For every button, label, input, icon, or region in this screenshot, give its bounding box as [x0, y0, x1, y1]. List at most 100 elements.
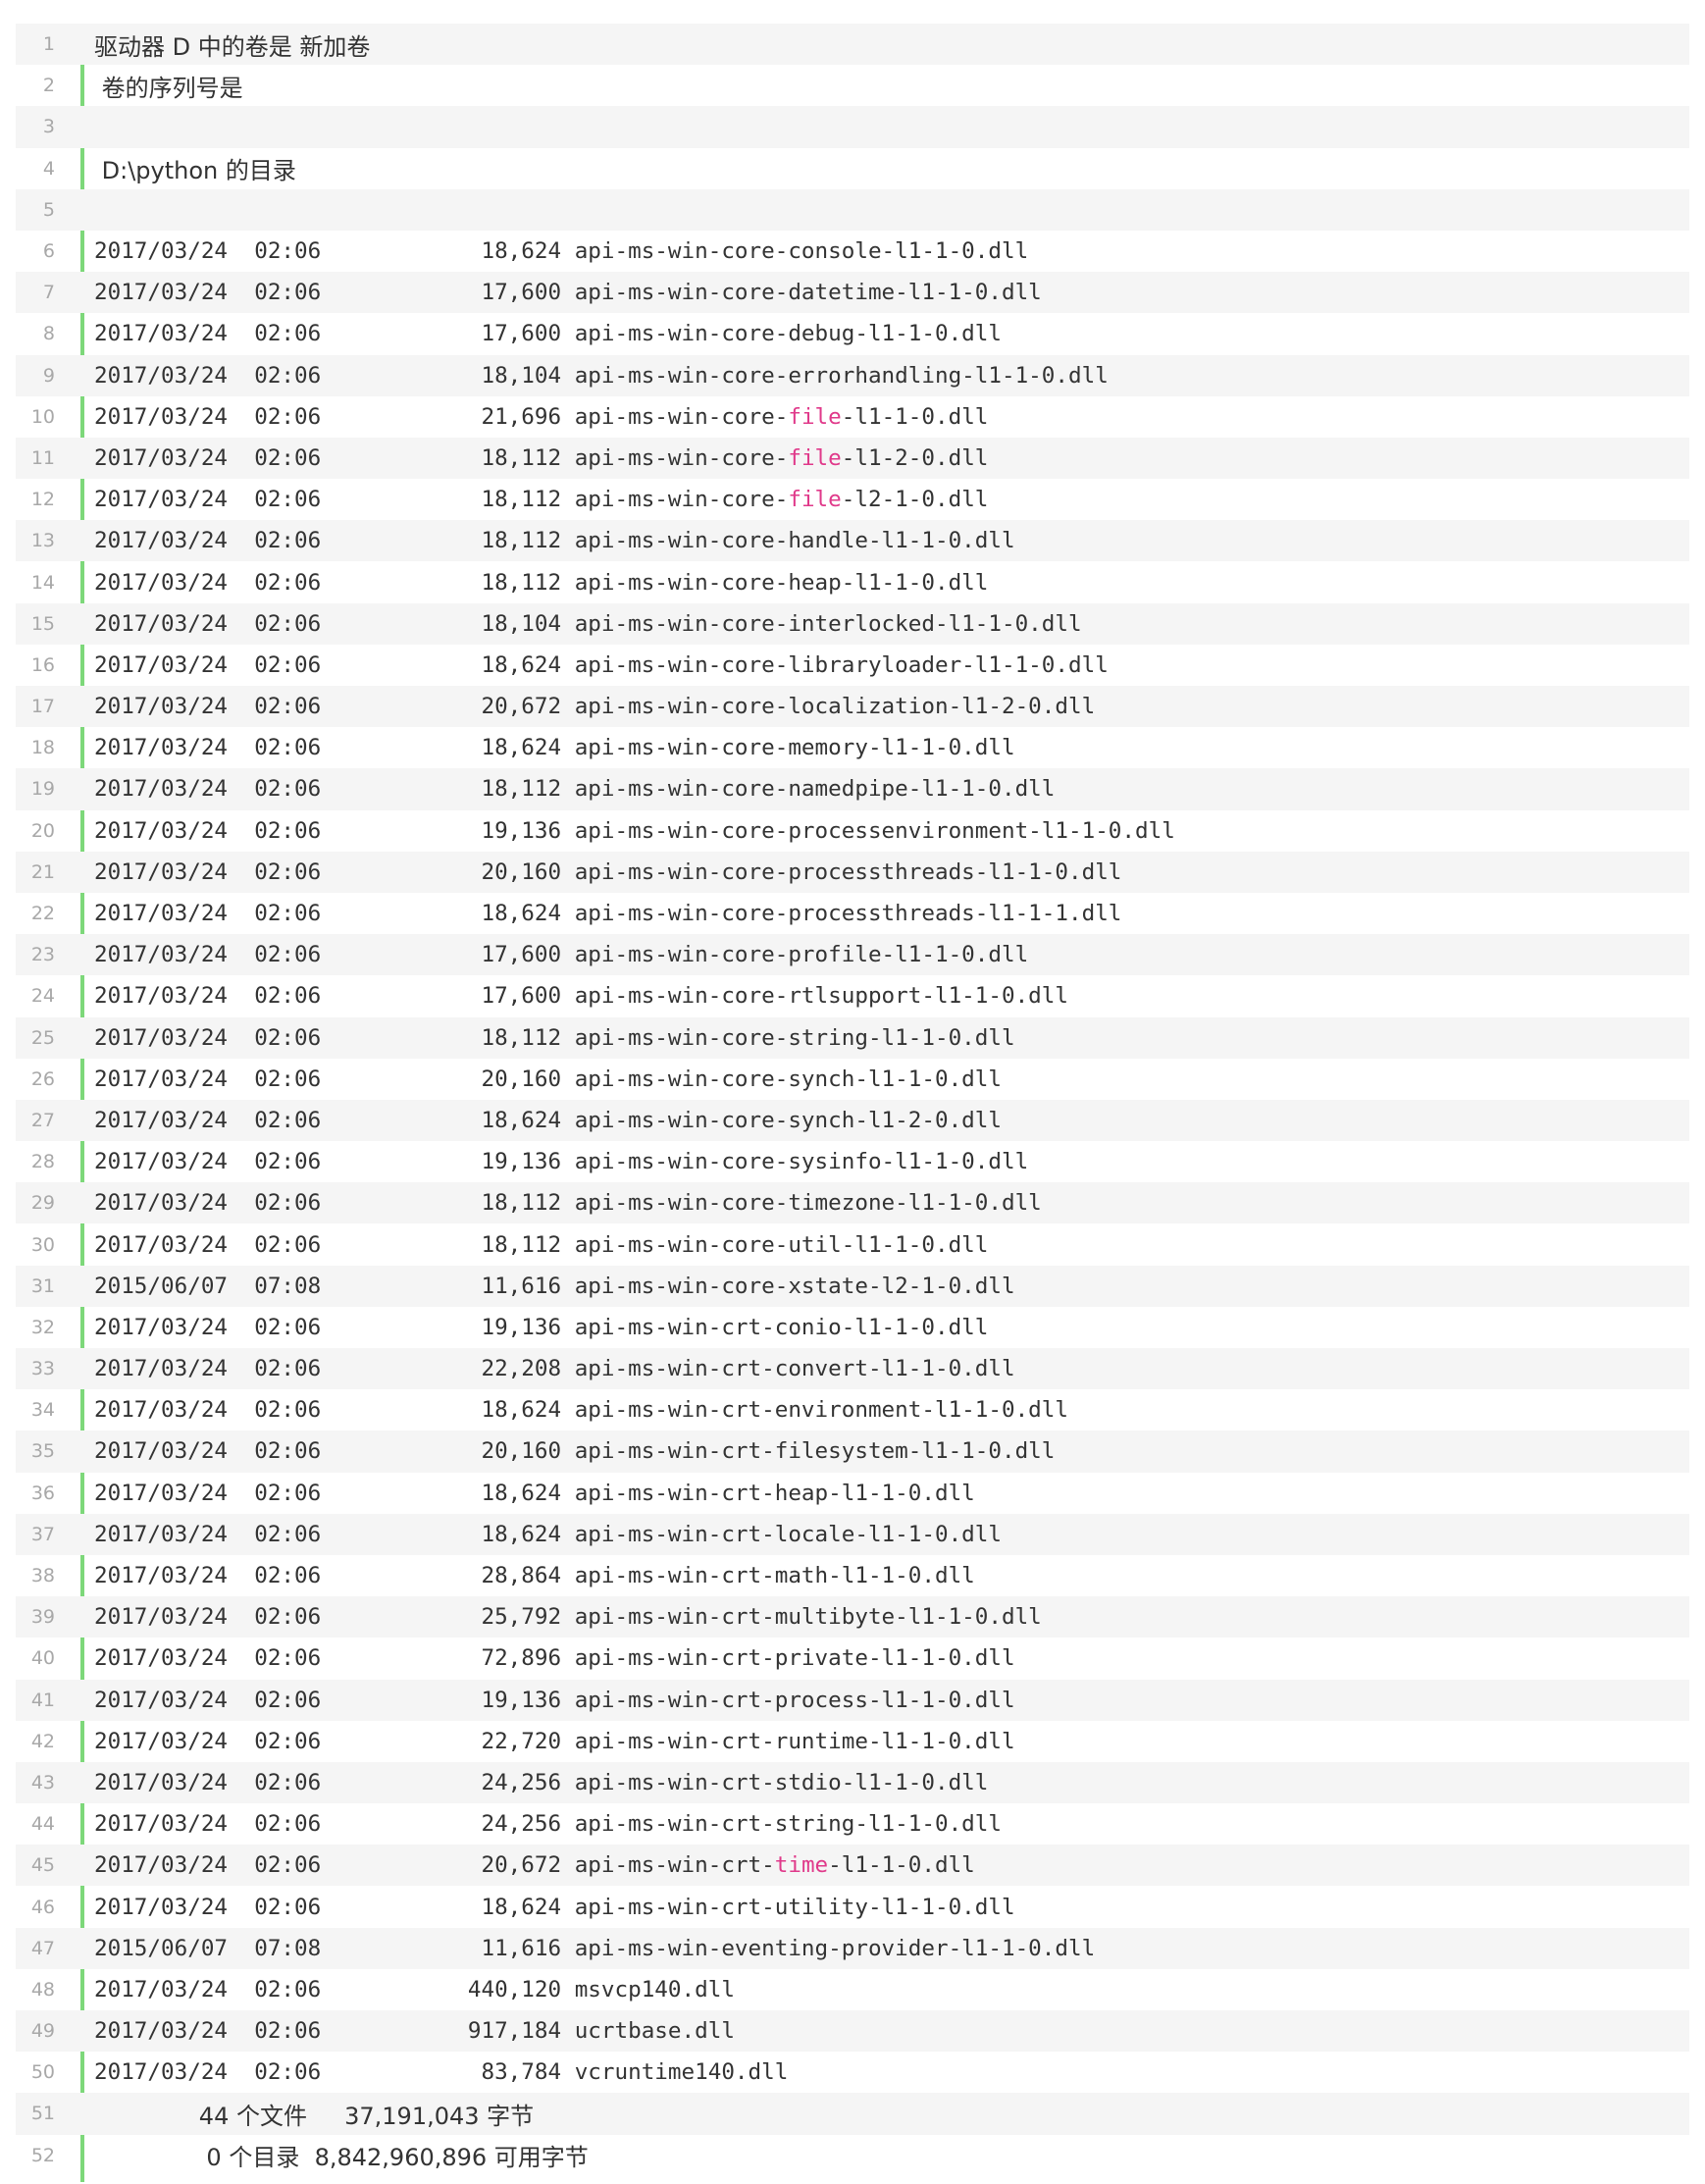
- code-line[interactable]: 12 2017/03/24 02:06 18,112 api-ms-win-cor…: [16, 479, 1689, 520]
- code-view[interactable]: 1 驱动器 D 中的卷是 新加卷 2 卷的序列号是 3 4 D:\python 的目录 5…: [16, 24, 1689, 2182]
- text-segment: 0 个目录 8,842,960,896 可用字节: [94, 2144, 589, 2172]
- text-segment: 2017/03/24 02:06 19,136 api-ms-win-crt-p…: [94, 1687, 1015, 1713]
- code-line[interactable]: 29 2017/03/24 02:06 18,112 api-ms-win-cor…: [16, 1182, 1689, 1224]
- code-line[interactable]: 25 2017/03/24 02:06 18,112 api-ms-win-cor…: [16, 1016, 1689, 1059]
- code-line[interactable]: 2 卷的序列号是: [16, 65, 1689, 106]
- text-segment: 2017/03/24 02:06 18,624 api-ms-win-core-…: [94, 1107, 1002, 1133]
- code-line[interactable]: 41 2017/03/24 02:06 19,136 api-ms-win-crt…: [16, 1679, 1689, 1721]
- code-line[interactable]: 51 44 个文件 37,191,043 字节: [16, 2093, 1689, 2135]
- code-line[interactable]: 32 2017/03/24 02:06 19,136 api-ms-win-crt…: [16, 1307, 1689, 1348]
- line-content: 2017/03/24 02:06 18,112 api-ms-win-core-…: [69, 776, 1055, 802]
- text-segment: 2017/03/24 02:06 18,112 api-ms-win-core-: [94, 487, 789, 513]
- text-segment: 2017/03/24 02:06 18,112 api-ms-win-core-…: [94, 528, 1015, 554]
- line-number: 19: [30, 778, 55, 801]
- line-number: 16: [30, 653, 55, 676]
- code-line[interactable]: 28 2017/03/24 02:06 19,136 api-ms-win-cor…: [16, 1141, 1689, 1182]
- code-line[interactable]: 52 0 个目录 8,842,960,896 可用字节: [16, 2135, 1689, 2176]
- line-number: 22: [30, 903, 55, 925]
- code-line[interactable]: 18 2017/03/24 02:06 18,624 api-ms-win-cor…: [16, 727, 1689, 768]
- code-line[interactable]: 40 2017/03/24 02:06 72,896 api-ms-win-crt…: [16, 1638, 1689, 1679]
- text-segment: 2017/03/24 02:06 18,112 api-ms-win-core-…: [94, 1231, 989, 1258]
- line-content: 2017/03/24 02:06 24,256 api-ms-win-crt-s…: [69, 1811, 1002, 1837]
- line-content: 2017/03/24 02:06 24,256 api-ms-win-crt-s…: [69, 1770, 988, 1795]
- code-line[interactable]: 20 2017/03/24 02:06 19,136 api-ms-win-cor…: [16, 810, 1689, 852]
- code-line[interactable]: 3: [16, 106, 1689, 148]
- line-content: 2017/03/24 02:06 18,624 api-ms-win-crt-l…: [69, 1522, 1002, 1547]
- line-number: 33: [30, 1358, 55, 1380]
- line-content: 2017/03/24 02:06 20,160 api-ms-win-crt-f…: [69, 1438, 1055, 1464]
- text-segment: 2017/03/24 02:06 22,720 api-ms-win-crt-r…: [94, 1728, 1015, 1754]
- text-segment: 2015/06/07 07:08 11,616 api-ms-win-event…: [94, 1935, 1096, 1961]
- code-line[interactable]: 39 2017/03/24 02:06 25,792 api-ms-win-crt…: [16, 1596, 1689, 1638]
- code-line[interactable]: 45 2017/03/24 02:06 20,672 api-ms-win-crt…: [16, 1845, 1689, 1887]
- text-segment: -l2-1-0.dll: [841, 487, 989, 513]
- line-content: 2017/03/24 02:06 20,160 api-ms-win-core-…: [69, 1066, 1002, 1092]
- text-segment: 2017/03/24 02:06 18,112 api-ms-win-core-…: [94, 776, 1056, 803]
- code-line[interactable]: 5: [16, 188, 1689, 231]
- code-line[interactable]: 4 D:\python 的目录: [16, 148, 1689, 189]
- text-segment: 2017/03/24 02:06 24,256 api-ms-win-crt-s…: [94, 1811, 1002, 1838]
- code-line[interactable]: 8 2017/03/24 02:06 17,600 api-ms-win-core…: [16, 313, 1689, 354]
- code-line[interactable]: 42 2017/03/24 02:06 22,720 api-ms-win-crt…: [16, 1721, 1689, 1762]
- code-line[interactable]: 16 2017/03/24 02:06 18,624 api-ms-win-cor…: [16, 645, 1689, 686]
- code-line[interactable]: 43 2017/03/24 02:06 24,256 api-ms-win-crt…: [16, 1761, 1689, 1804]
- code-line[interactable]: 21 2017/03/24 02:06 20,160 api-ms-win-cor…: [16, 851, 1689, 893]
- code-line[interactable]: 24 2017/03/24 02:06 17,600 api-ms-win-cor…: [16, 975, 1689, 1016]
- line-number: 11: [30, 446, 55, 469]
- code-line[interactable]: 11 2017/03/24 02:06 18,112 api-ms-win-cor…: [16, 437, 1689, 480]
- code-line[interactable]: 30 2017/03/24 02:06 18,112 api-ms-win-cor…: [16, 1223, 1689, 1265]
- line-content: 2017/03/24 02:06 17,600 api-ms-win-core-…: [69, 942, 1028, 967]
- code-line[interactable]: 48 2017/03/24 02:06 440,120 msvcp140.dll: [16, 1969, 1689, 2010]
- line-content: 2017/03/24 02:06 18,624 api-ms-win-crt-e…: [69, 1397, 1068, 1423]
- text-segment: 2017/03/24 02:06 72,896 api-ms-win-crt-p…: [94, 1645, 1015, 1672]
- code-line[interactable]: 19 2017/03/24 02:06 18,112 api-ms-win-cor…: [16, 768, 1689, 810]
- line-number: 46: [30, 1896, 55, 1918]
- code-line[interactable]: 10 2017/03/24 02:06 21,696 api-ms-win-cor…: [16, 396, 1689, 438]
- line-content: 2017/03/24 02:06 18,104 api-ms-win-core-…: [69, 363, 1109, 389]
- code-line[interactable]: 27 2017/03/24 02:06 18,624 api-ms-win-cor…: [16, 1099, 1689, 1142]
- text-segment: 2017/03/24 02:06 18,624 api-ms-win-crt-l…: [94, 1521, 1002, 1547]
- line-number: 49: [30, 2020, 55, 2043]
- code-line[interactable]: 38 2017/03/24 02:06 28,864 api-ms-win-crt…: [16, 1555, 1689, 1596]
- line-content: 2015/06/07 07:08 11,616 api-ms-win-event…: [69, 1936, 1095, 1961]
- code-line[interactable]: 44 2017/03/24 02:06 24,256 api-ms-win-crt…: [16, 1803, 1689, 1845]
- code-line[interactable]: 46 2017/03/24 02:06 18,624 api-ms-win-crt…: [16, 1886, 1689, 1927]
- text-segment: 2017/03/24 02:06 18,112 api-ms-win-core-: [94, 444, 789, 471]
- line-number: 48: [30, 1978, 55, 2001]
- code-line[interactable]: 6 2017/03/24 02:06 18,624 api-ms-win-core…: [16, 231, 1689, 272]
- text-segment: 卷的序列号是: [94, 74, 243, 102]
- code-line[interactable]: 9 2017/03/24 02:06 18,104 api-ms-win-core…: [16, 354, 1689, 396]
- line-content: 2017/03/24 02:06 18,112 api-ms-win-core-…: [69, 1025, 1015, 1051]
- code-line[interactable]: 1 驱动器 D 中的卷是 新加卷: [16, 24, 1689, 66]
- code-line[interactable]: 50 2017/03/24 02:06 83,784 vcruntime140.d…: [16, 2052, 1689, 2093]
- code-line[interactable]: 13 2017/03/24 02:06 18,112 api-ms-win-cor…: [16, 520, 1689, 562]
- code-line[interactable]: 37 2017/03/24 02:06 18,624 api-ms-win-crt…: [16, 1513, 1689, 1555]
- code-line[interactable]: 7 2017/03/24 02:06 17,600 api-ms-win-core…: [16, 272, 1689, 314]
- code-line[interactable]: 49 2017/03/24 02:06 917,184 ucrtbase.dll: [16, 2010, 1689, 2053]
- line-number: 27: [30, 1109, 55, 1131]
- line-number: 32: [30, 1316, 55, 1338]
- line-content: 2017/03/24 02:06 18,104 api-ms-win-core-…: [69, 611, 1082, 637]
- code-line[interactable]: 23 2017/03/24 02:06 17,600 api-ms-win-cor…: [16, 934, 1689, 976]
- code-line[interactable]: 22 2017/03/24 02:06 18,624 api-ms-win-cor…: [16, 893, 1689, 934]
- text-segment: 2017/03/24 02:06 20,160 api-ms-win-core-…: [94, 1066, 1002, 1092]
- code-line[interactable]: 15 2017/03/24 02:06 18,104 api-ms-win-cor…: [16, 602, 1689, 645]
- code-line[interactable]: 34 2017/03/24 02:06 18,624 api-ms-win-crt…: [16, 1389, 1689, 1430]
- line-content: 2017/03/24 02:06 18,112 api-ms-win-core-…: [69, 445, 988, 471]
- code-line[interactable]: 35 2017/03/24 02:06 20,160 api-ms-win-crt…: [16, 1430, 1689, 1473]
- line-content: 2017/03/24 02:06 20,672 api-ms-win-core-…: [69, 694, 1095, 719]
- code-line[interactable]: 31 2015/06/07 07:08 11,616 api-ms-win-cor…: [16, 1265, 1689, 1307]
- code-line[interactable]: 36 2017/03/24 02:06 18,624 api-ms-win-crt…: [16, 1473, 1689, 1514]
- code-line[interactable]: 14 2017/03/24 02:06 18,112 api-ms-win-cor…: [16, 561, 1689, 602]
- text-segment: 2017/03/24 02:06 18,112 api-ms-win-core-…: [94, 1024, 1015, 1051]
- code-line[interactable]: 17 2017/03/24 02:06 20,672 api-ms-win-cor…: [16, 686, 1689, 728]
- line-number: 30: [30, 1233, 55, 1256]
- line-content: 2017/03/24 02:06 17,600 api-ms-win-core-…: [69, 321, 1002, 346]
- code-line[interactable]: 47 2015/06/07 07:08 11,616 api-ms-win-eve…: [16, 1927, 1689, 1969]
- code-line[interactable]: 26 2017/03/24 02:06 20,160 api-ms-win-cor…: [16, 1059, 1689, 1100]
- code-line[interactable]: 33 2017/03/24 02:06 22,208 api-ms-win-crt…: [16, 1348, 1689, 1390]
- line-number: 42: [30, 1730, 55, 1752]
- line-content: 2017/03/24 02:06 22,208 api-ms-win-crt-c…: [69, 1356, 1015, 1381]
- text-segment: 2017/03/24 02:06 19,136 api-ms-win-crt-c…: [94, 1314, 989, 1340]
- text-segment: 2017/03/24 02:06 20,672 api-ms-win-core-…: [94, 694, 1096, 720]
